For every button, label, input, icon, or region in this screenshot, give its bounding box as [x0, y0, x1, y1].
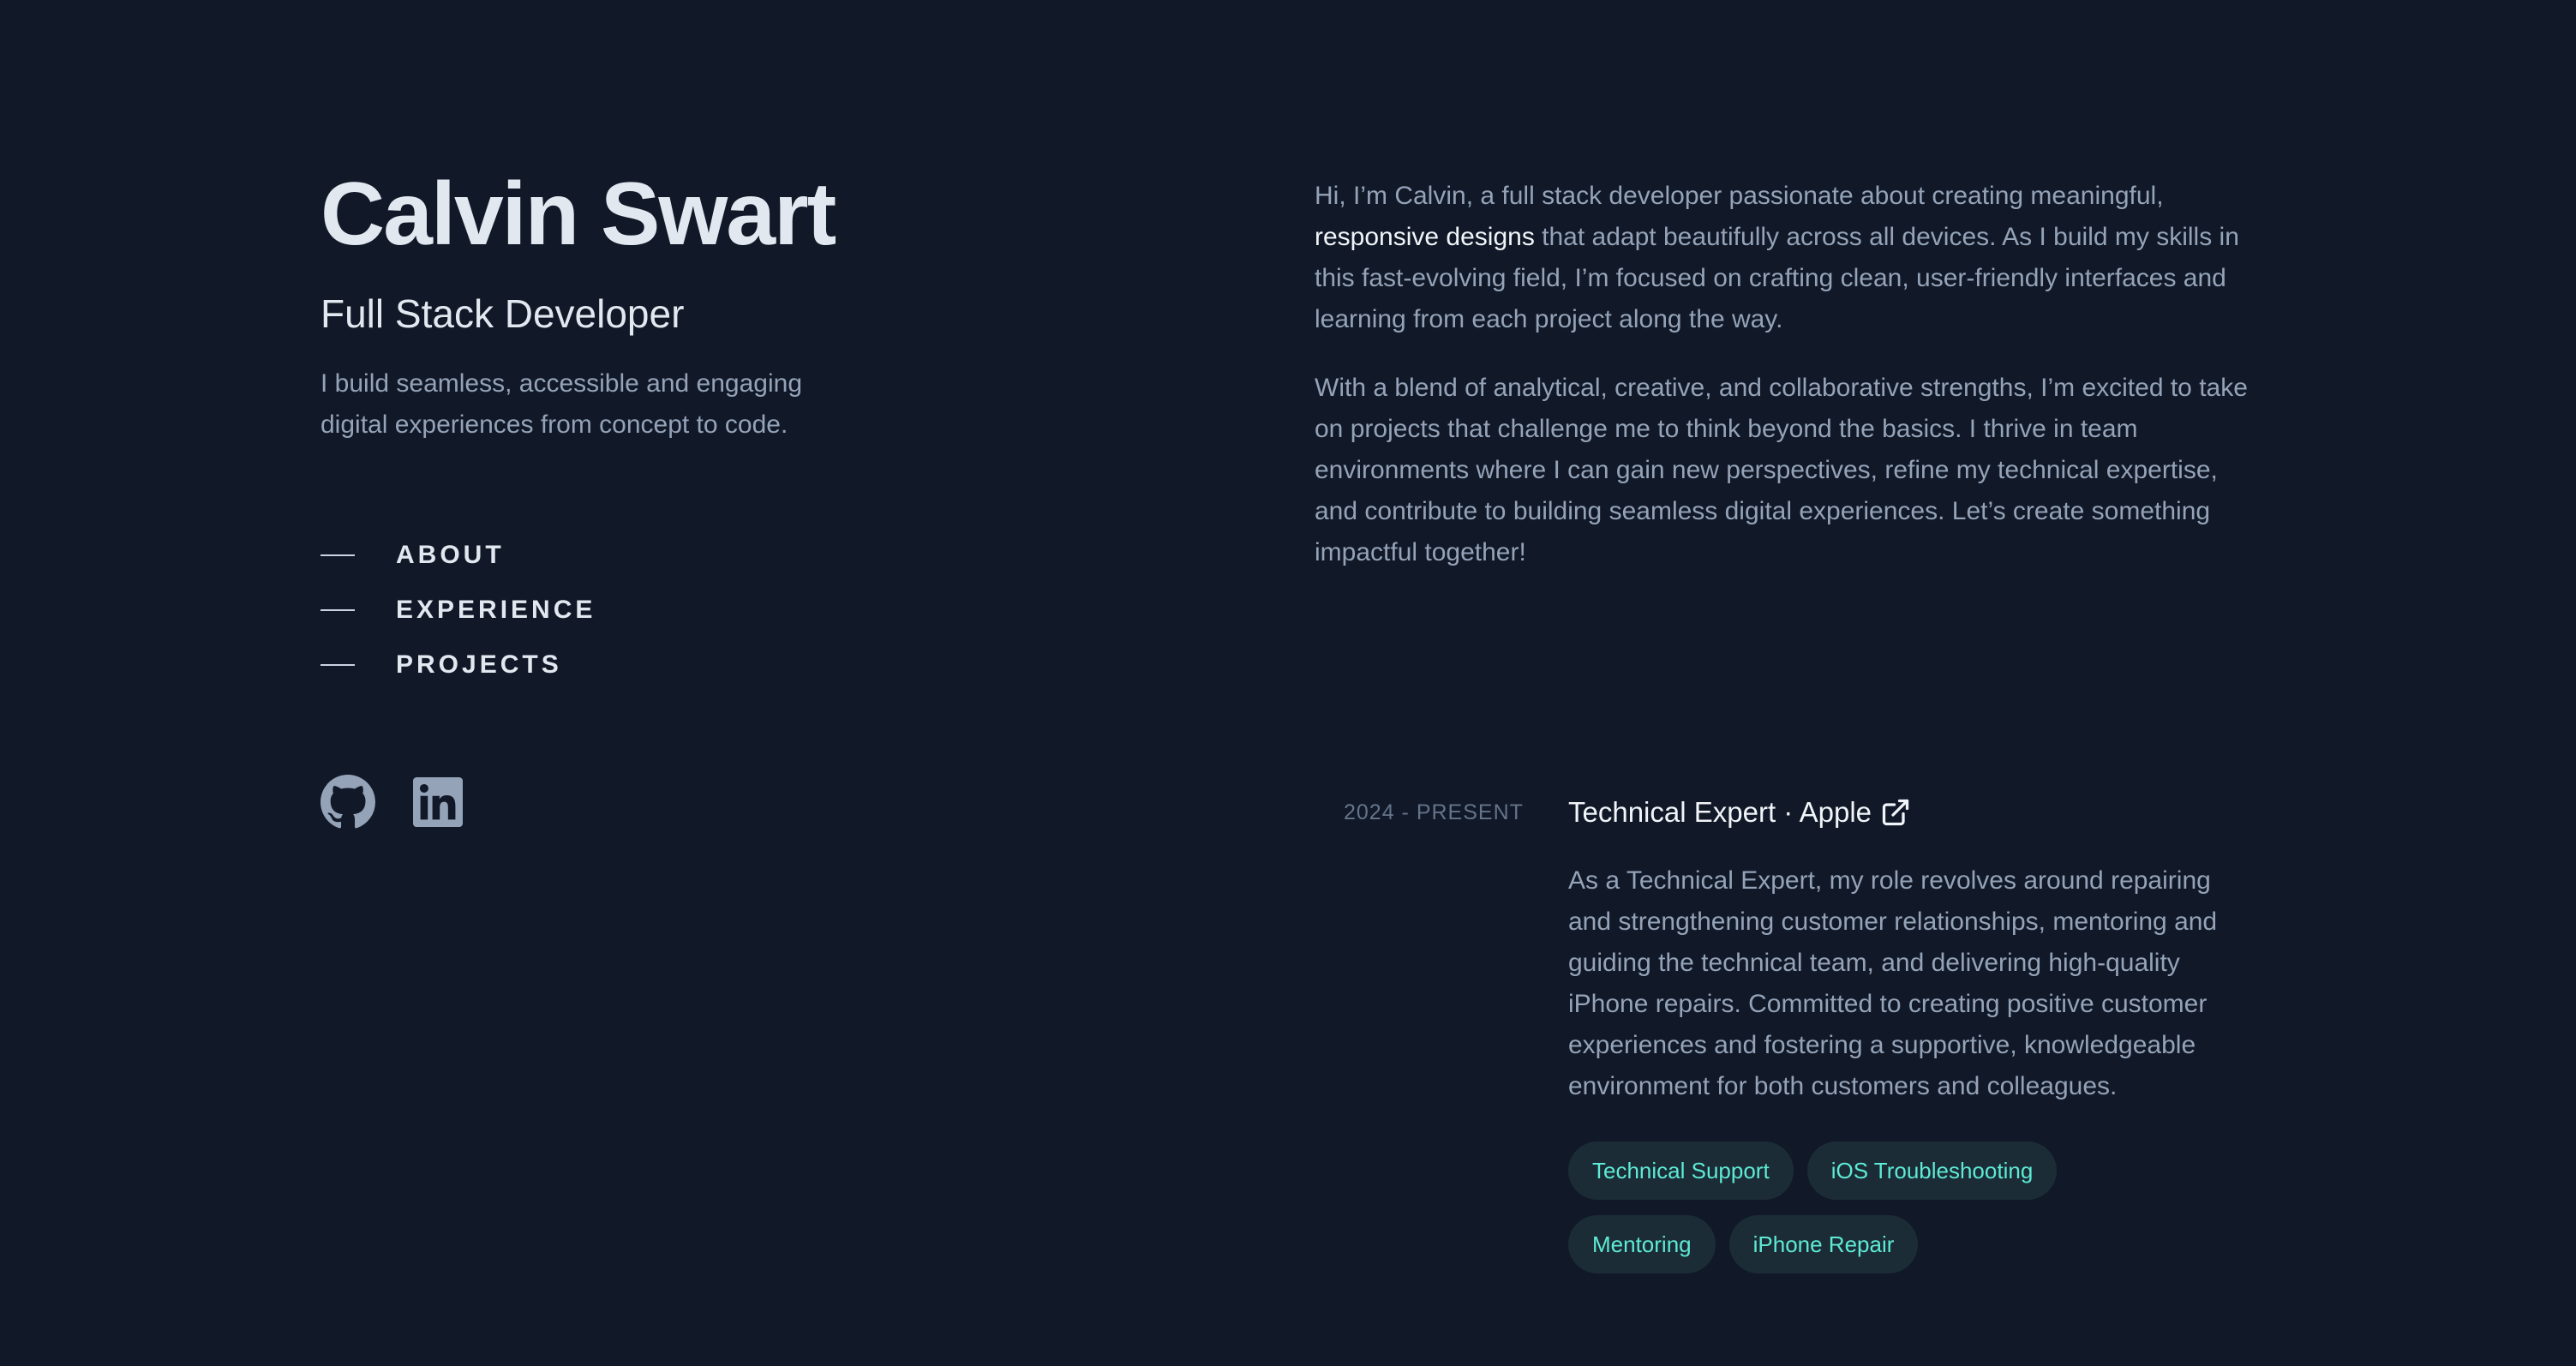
- skill-tag: iPhone Repair: [1728, 1215, 1919, 1273]
- nav-indicator: [321, 664, 355, 666]
- skill-tag: iOS Troubleshooting: [1806, 1141, 2058, 1200]
- github-icon[interactable]: [321, 775, 375, 830]
- about-paragraph: Hi, I’m Calvin, a full stack developer p…: [1315, 176, 2257, 340]
- nav-item-about[interactable]: ABOUT: [321, 528, 596, 583]
- highlight-text: responsive designs: [1315, 223, 1535, 251]
- section-nav: ABOUT EXPERIENCE PROJECTS: [321, 528, 596, 692]
- skill-tags: Technical Support iOS Troubleshooting Me…: [1568, 1141, 2168, 1273]
- skill-tag: Technical Support: [1568, 1141, 1794, 1200]
- tagline: I build seamless, accessible and engagin…: [321, 369, 803, 439]
- job-body: Technical Expert · Apple As a Technical …: [1568, 788, 2245, 1273]
- job-description: As a Technical Expert, my role revolves …: [1568, 866, 2218, 1100]
- social-links: [321, 775, 463, 830]
- nav-indicator: [321, 609, 355, 611]
- job-title-link[interactable]: Technical Expert · Apple: [1568, 788, 2245, 836]
- skill-tag: Mentoring: [1568, 1215, 1716, 1273]
- linkedin-icon[interactable]: [413, 777, 463, 827]
- about-paragraph: With a blend of analytical, creative, an…: [1315, 374, 2248, 566]
- nav-item-experience[interactable]: EXPERIENCE: [321, 583, 596, 638]
- page-title: Calvin Swart: [321, 165, 836, 264]
- job-role: Full Stack Developer: [321, 291, 685, 336]
- nav-item-projects[interactable]: PROJECTS: [321, 638, 596, 692]
- external-link-icon: [1882, 799, 1909, 826]
- nav-indicator: [321, 554, 355, 556]
- about-text: Hi, I’m Calvin, a full stack developer p…: [1315, 182, 2164, 210]
- nav-label: ABOUT: [396, 541, 505, 569]
- about-section: Hi, I’m Calvin, a full stack developer p…: [1315, 176, 2257, 573]
- job-title: Technical Expert · Apple: [1568, 796, 1872, 828]
- nav-label: EXPERIENCE: [396, 596, 596, 624]
- job-date: 2024 - PRESENT: [1344, 800, 1524, 824]
- nav-label: PROJECTS: [396, 650, 562, 679]
